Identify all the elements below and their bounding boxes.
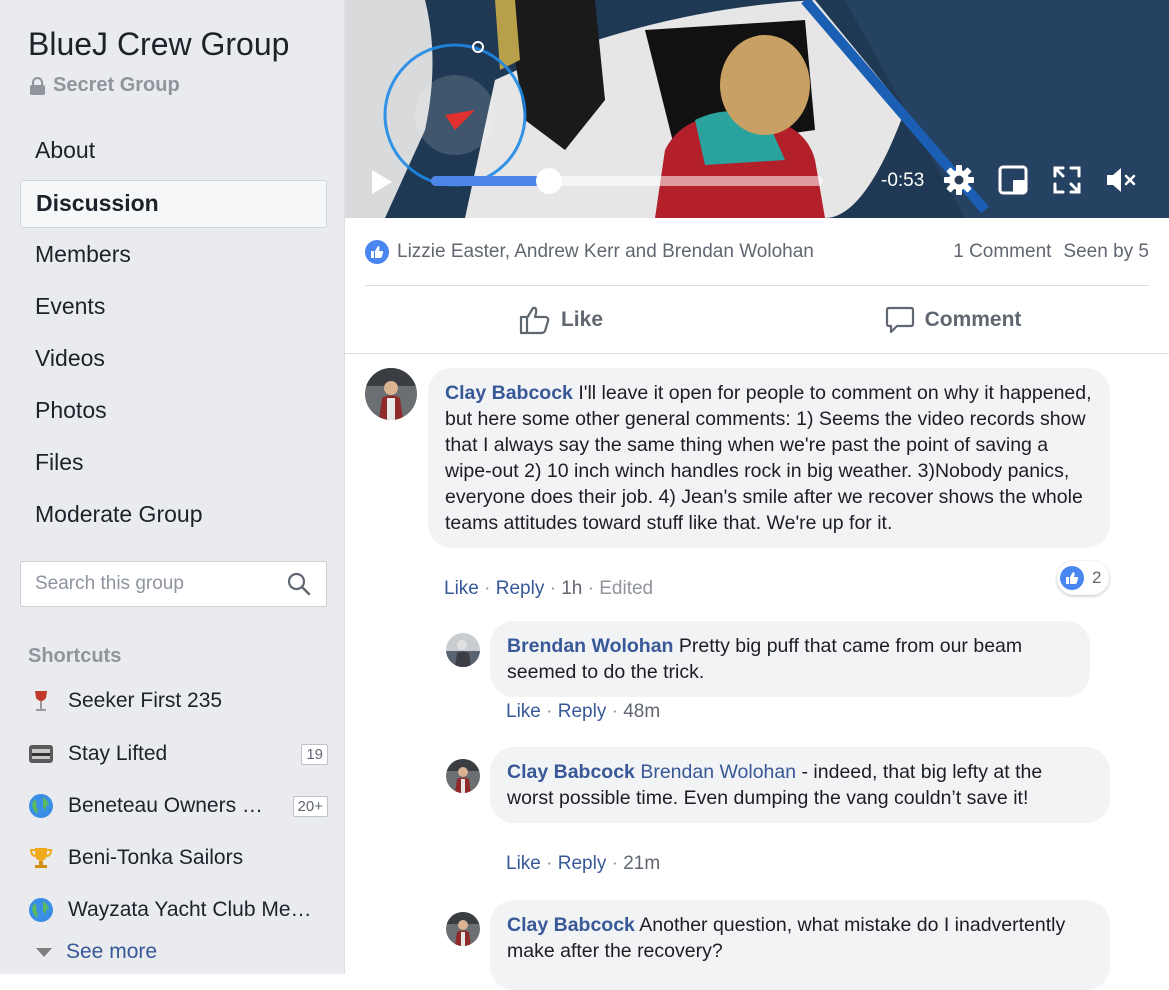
like-reaction-icon <box>1060 566 1084 590</box>
avatar[interactable] <box>446 912 480 946</box>
comment-icon <box>885 306 914 334</box>
search-input[interactable] <box>21 562 271 606</box>
comment-button[interactable]: Comment <box>757 298 1149 342</box>
shortcut-label: Wayzata Yacht Club Me… <box>68 898 312 921</box>
like-button[interactable]: Like <box>365 298 757 342</box>
video-progress-fill <box>431 176 549 186</box>
chevron-down-icon <box>36 947 52 957</box>
shortcut-label: Beneteau Owners … <box>68 794 263 817</box>
search-icon[interactable] <box>286 571 312 597</box>
shortcut-item[interactable]: Wayzata Yacht Club Me… <box>28 892 328 928</box>
comment-like-link[interactable]: Like <box>506 853 541 874</box>
shortcut-item[interactable]: Beneteau Owners … 20+ <box>28 788 328 824</box>
comment-reply-link[interactable]: Reply <box>496 578 545 599</box>
video-player[interactable]: -0:53 <box>345 0 1169 218</box>
comment-count[interactable]: 1 Comment <box>953 241 1051 263</box>
shortcut-label: Beni-Tonka Sailors <box>68 846 244 869</box>
see-more-link[interactable]: See more <box>36 940 157 964</box>
like-reaction-icon <box>365 240 389 264</box>
nav-photos[interactable]: Photos <box>20 386 327 438</box>
time-remaining: -0:53 <box>881 170 925 191</box>
comment-author[interactable]: Brendan Wolohan <box>507 635 673 657</box>
lock-icon <box>30 76 45 95</box>
globe-icon <box>28 897 54 923</box>
comment-bubble: Clay Babcock Another question, what mist… <box>490 900 1110 990</box>
unread-count-badge: 19 <box>301 743 328 765</box>
nav-members[interactable]: Members <box>20 230 327 282</box>
muted-speaker-icon[interactable] <box>1105 164 1137 196</box>
group-nav: About Discussion Members Events Videos P… <box>20 126 327 542</box>
avatar[interactable] <box>446 633 480 667</box>
comment-author[interactable]: Clay Babcock <box>507 761 635 783</box>
seen-by-count[interactable]: Seen by 5 <box>1063 241 1149 263</box>
like-button-label: Like <box>560 308 604 331</box>
group-sidebar: BlueJ Crew Group Secret Group About Disc… <box>0 0 345 974</box>
comment-timestamp[interactable]: 1h <box>561 578 582 599</box>
globe-icon <box>28 793 54 819</box>
comment-bubble: Brendan Wolohan Pretty big puff that cam… <box>490 621 1090 697</box>
divider <box>365 285 1149 286</box>
thumbs-up-icon <box>519 306 550 335</box>
play-icon[interactable] <box>372 170 392 194</box>
nav-moderate-group[interactable]: Moderate Group <box>20 490 327 542</box>
post-column: -0:53 Lizzie Easter, Andrew Kerr and Bre… <box>345 0 1169 990</box>
nav-about[interactable]: About <box>20 126 327 178</box>
nav-videos[interactable]: Videos <box>20 334 327 386</box>
video-scrub-handle[interactable] <box>535 168 562 194</box>
divider <box>345 353 1169 354</box>
post-actions: Like Comment <box>365 298 1149 342</box>
trophy-icon <box>28 845 54 871</box>
shortcut-item[interactable]: Stay Lifted 19 <box>28 736 328 772</box>
comment-like-link[interactable]: Like <box>506 701 541 722</box>
fullscreen-icon[interactable] <box>1051 164 1083 196</box>
comment-timestamp[interactable]: 48m <box>623 701 660 722</box>
nav-discussion[interactable]: Discussion <box>20 180 327 228</box>
shortcut-label: Seeker First 235 <box>68 689 223 712</box>
wine-glass-icon <box>28 688 54 714</box>
unread-count-badge: 20+ <box>292 795 328 817</box>
comment-meta: Like · Reply · 48m <box>506 701 661 722</box>
video-progress-bar[interactable] <box>431 168 823 194</box>
nav-files[interactable]: Files <box>20 438 327 490</box>
privacy-label: Secret Group <box>30 74 180 97</box>
comment-timestamp[interactable]: 21m <box>623 853 660 874</box>
shortcuts-heading: Shortcuts <box>28 645 122 667</box>
privacy-text: Secret Group <box>53 74 180 96</box>
pip-icon[interactable] <box>997 164 1029 196</box>
gear-icon[interactable] <box>943 164 975 196</box>
shortcut-label: Stay Lifted <box>68 742 168 765</box>
shortcut-item[interactable]: Beni-Tonka Sailors <box>28 840 328 876</box>
comment-reply-link[interactable]: Reply <box>558 853 607 874</box>
shortcut-item[interactable]: Seeker First 235 <box>28 683 328 719</box>
reactor-names[interactable]: Lizzie Easter, Andrew Kerr and Brendan W… <box>397 241 953 263</box>
photo-thumb-icon <box>28 741 54 767</box>
group-search <box>20 561 327 607</box>
comment-reply-link[interactable]: Reply <box>558 701 607 722</box>
nav-events[interactable]: Events <box>20 282 327 334</box>
comment-meta: Like · Reply · 1h · Edited <box>444 578 654 599</box>
comment-author[interactable]: Clay Babcock <box>445 382 573 404</box>
comment-like-link[interactable]: Like <box>444 578 479 599</box>
comment-button-label: Comment <box>924 308 1022 331</box>
comment-bubble: Clay Babcock I'll leave it open for peop… <box>428 368 1110 548</box>
edited-label[interactable]: Edited <box>599 578 653 599</box>
group-name[interactable]: BlueJ Crew Group <box>28 26 289 63</box>
see-more-label: See more <box>66 940 158 963</box>
avatar[interactable] <box>446 759 480 793</box>
reaction-count: 2 <box>1092 568 1102 587</box>
mention-link[interactable]: Brendan Wolohan <box>640 761 796 783</box>
comment-meta: Like · Reply · 21m <box>506 853 661 874</box>
avatar[interactable] <box>365 368 417 420</box>
comment-text: I'll leave it open for people to comment… <box>445 382 1092 534</box>
comment-reactions[interactable]: 2 <box>1057 561 1109 595</box>
comment-bubble: Clay Babcock Brendan Wolohan - indeed, t… <box>490 747 1110 823</box>
comment-author[interactable]: Clay Babcock <box>507 914 635 936</box>
reactions-summary: Lizzie Easter, Andrew Kerr and Brendan W… <box>365 239 1149 265</box>
